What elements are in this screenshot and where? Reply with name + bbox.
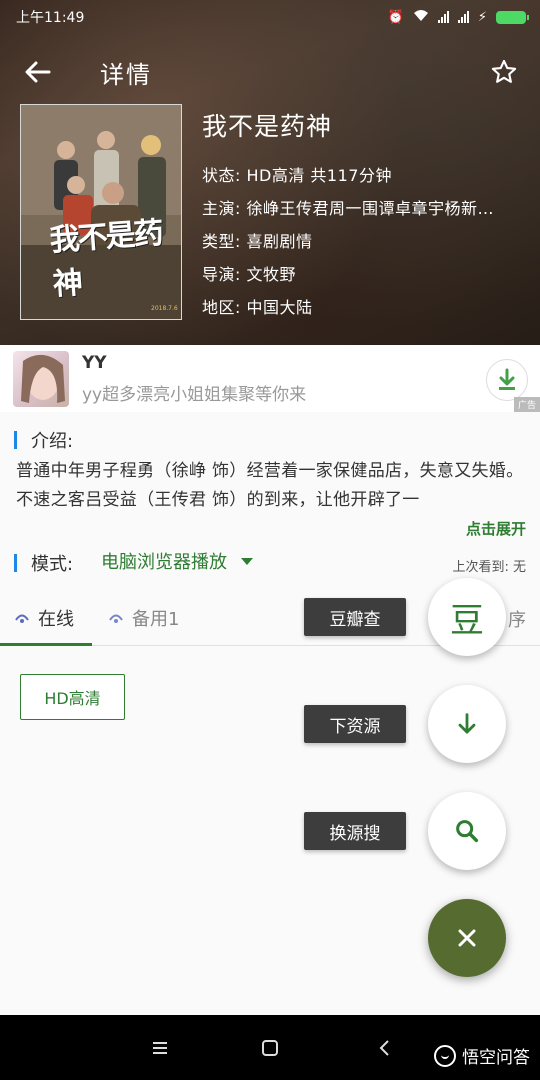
mode-value: 电脑浏览器播放 xyxy=(101,552,227,573)
sort-button[interactable]: 序 xyxy=(508,606,526,632)
douban-lookup-button[interactable]: 豆 xyxy=(428,578,506,656)
favorite-star-icon[interactable] xyxy=(484,52,524,92)
ad-description: yy超多漂亮小姐姐集聚等你来 xyxy=(82,385,307,405)
wifi-icon xyxy=(413,9,429,26)
section-bar xyxy=(14,431,17,449)
switch-source-search-button[interactable] xyxy=(428,792,506,870)
download-resource-button[interactable] xyxy=(428,685,506,763)
intro-text: 普通中年男子程勇（徐峥 饰）经营着一家保健品店，失意又失婚。不速之客吕受益（王传… xyxy=(16,461,524,510)
tab-backup-1-label: 备用1 xyxy=(132,609,180,630)
intro-heading: 介绍: xyxy=(14,427,73,453)
signal-icon xyxy=(437,11,449,23)
ad-avatar xyxy=(13,351,69,407)
douban-lookup-label[interactable]: 豆瓣查 xyxy=(304,598,406,636)
mode-heading: 模式: xyxy=(14,550,73,576)
tab-online-label: 在线 xyxy=(38,609,74,630)
mode-heading-label: 模式: xyxy=(31,554,74,575)
status-bar: 上午11:49 ⏰ ⚡ xyxy=(0,0,540,34)
section-bar xyxy=(14,554,17,572)
tab-online[interactable]: 在线 xyxy=(14,590,74,646)
status-time: 上午11:49 xyxy=(16,10,85,26)
douban-icon: 豆 xyxy=(450,600,484,641)
hero-header: 上午11:49 ⏰ ⚡ 详情 2018.7.6 我不是药神 我不是药神 状态: … xyxy=(0,0,540,345)
movie-cast: 主演: 徐峥王传君周一围谭卓章宇杨新… xyxy=(202,199,494,218)
watermark: 悟空问答 xyxy=(434,1043,530,1068)
alarm-icon: ⏰ xyxy=(387,9,404,25)
page-title: 详情 xyxy=(100,60,152,89)
system-nav-bar: 悟空问答 xyxy=(0,1015,540,1080)
movie-director: 导演: 文牧野 xyxy=(202,265,296,284)
quality-hd-button[interactable]: HD高清 xyxy=(20,674,125,720)
movie-meta: 我不是药神 状态: HD高清 共117分钟 主演: 徐峥王传君周一围谭卓章宇杨新… xyxy=(202,104,494,324)
top-app-bar: 详情 xyxy=(0,46,540,98)
status-icons: ⏰ ⚡ xyxy=(387,9,529,26)
menu-icon[interactable] xyxy=(145,1033,175,1063)
tab-backup-1[interactable]: 备用1 xyxy=(108,590,179,646)
search-icon xyxy=(456,820,479,843)
svg-text:2018.7.6: 2018.7.6 xyxy=(151,305,178,312)
download-resource-label[interactable]: 下资源 xyxy=(304,705,406,743)
watermark-text: 悟空问答 xyxy=(462,1048,530,1068)
movie-status: 状态: HD高清 共117分钟 xyxy=(202,166,392,185)
movie-poster[interactable]: 2018.7.6 我不是药神 xyxy=(20,104,182,320)
intro-heading-label: 介绍: xyxy=(31,431,74,452)
active-tab-indicator xyxy=(0,643,92,646)
signal-icon-2 xyxy=(457,11,469,23)
last-seen: 上次看到: 无 xyxy=(452,560,526,575)
back-icon[interactable] xyxy=(370,1033,400,1063)
wukong-logo-icon xyxy=(434,1044,456,1067)
expand-button[interactable]: 点击展开 xyxy=(466,518,526,539)
caret-down-icon xyxy=(241,557,253,565)
link-icon xyxy=(109,614,123,623)
ad-banner[interactable]: YY yy超多漂亮小姐姐集聚等你来 广告 xyxy=(0,345,540,412)
movie-region: 地区: 中国大陆 xyxy=(202,298,313,317)
movie-title: 我不是药神 xyxy=(202,112,333,141)
home-icon[interactable] xyxy=(255,1033,285,1063)
close-icon xyxy=(458,929,476,947)
switch-source-search-label[interactable]: 换源搜 xyxy=(304,812,406,850)
ad-tag: 广告 xyxy=(513,397,540,412)
ad-app-name: YY xyxy=(82,353,107,373)
link-icon xyxy=(15,614,29,623)
back-arrow-icon[interactable] xyxy=(18,52,58,92)
charging-icon: ⚡ xyxy=(477,9,487,25)
arrow-down-icon xyxy=(458,713,476,734)
movie-genre: 类型: 喜剧剧情 xyxy=(202,232,313,251)
mode-dropdown[interactable]: 电脑浏览器播放 xyxy=(101,548,253,574)
battery-icon xyxy=(496,10,529,24)
fab-close-button[interactable] xyxy=(428,899,506,977)
poster-title-text: 我不是药神 xyxy=(48,215,163,303)
ad-download-icon[interactable] xyxy=(486,359,528,401)
